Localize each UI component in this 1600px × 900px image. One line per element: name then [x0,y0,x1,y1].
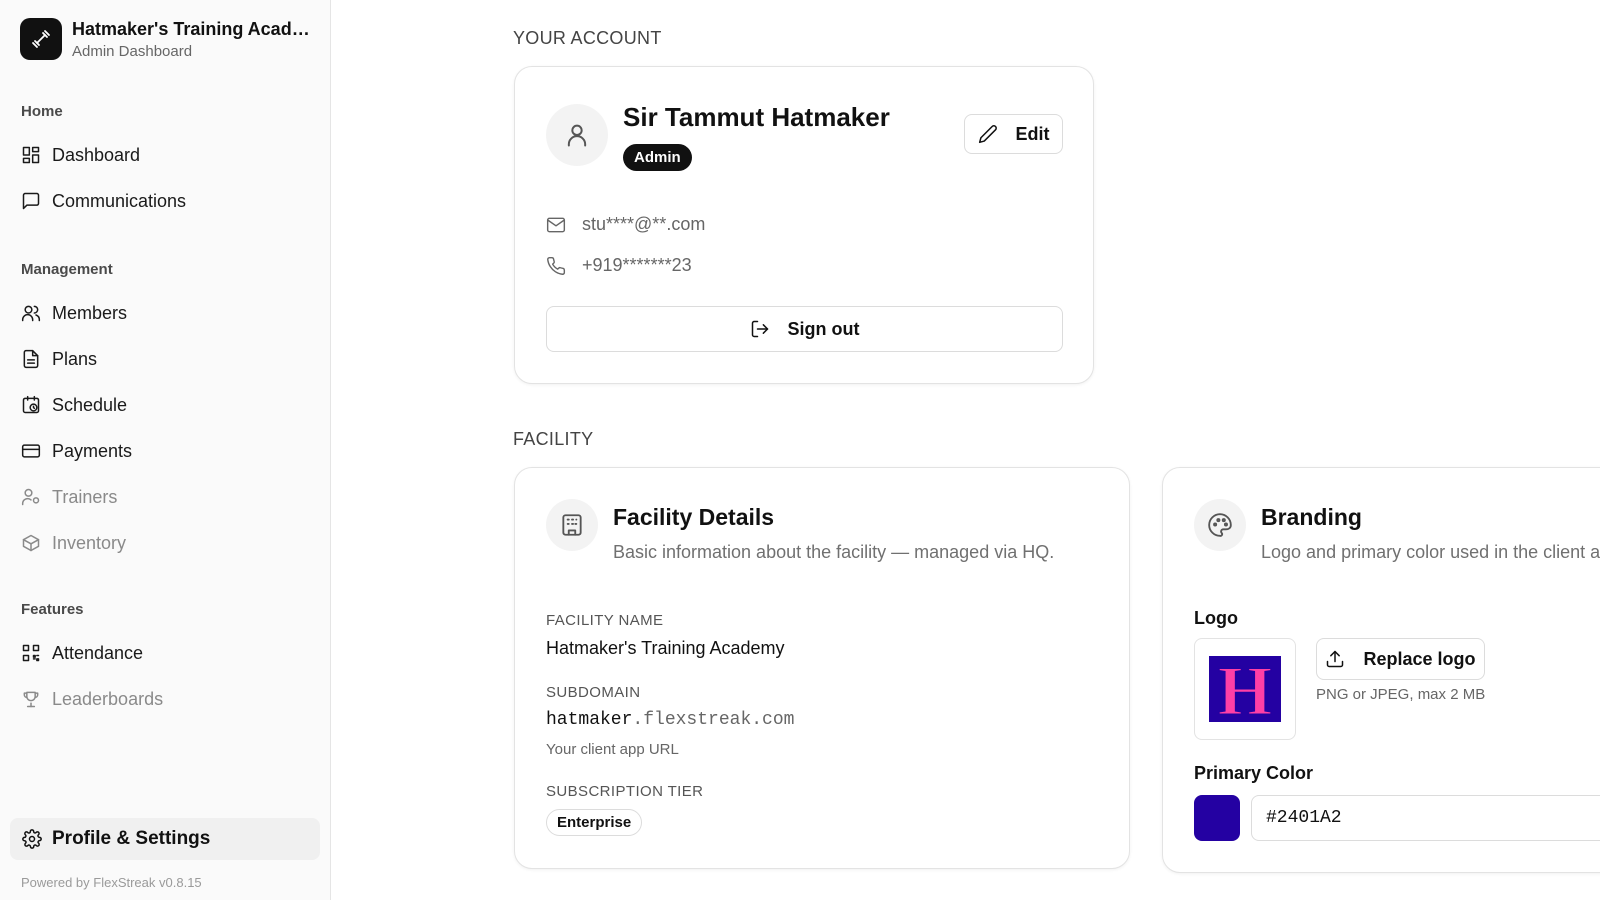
replace-logo-label: Replace logo [1363,648,1476,669]
sidebar-item-label: Profile & Settings [52,828,211,849]
subdomain-prefix: hatmaker [546,710,633,730]
sidebar-item-communications[interactable]: Communications [20,184,320,218]
logo-h-mark: H [1209,656,1281,722]
account-email: stu****@**.com [582,214,706,234]
logo-label: Logo [1194,608,1238,628]
subdomain-label: SUBDOMAIN [546,684,641,701]
sidebar-item-label: Dashboard [52,144,141,165]
user-avatar [546,104,608,166]
subscription-tier-badge: Enterprise [546,809,643,836]
package-icon [20,532,42,554]
sidebar-item-members[interactable]: Members [20,296,320,330]
subdomain-hint: Your client app URL [546,741,679,758]
sidebar-item-inventory[interactable]: Inventory [20,526,320,560]
sidebar-item-dashboard[interactable]: Dashboard [20,138,320,172]
account-name: Sir Tammut Hatmaker [623,102,890,132]
sidebar-item-label: Leaderboards [52,688,164,709]
section-label-facility: FACILITY [513,429,594,449]
facility-details-card: Facility Details Basic information about… [514,467,1130,869]
edit-button[interactable]: Edit [964,114,1063,154]
credit-card-icon [20,440,42,462]
subdomain-suffix: .flexstreak.com [632,710,795,730]
palette-icon-wrap [1194,499,1246,551]
dashboard-icon [20,144,42,166]
sidebar-item-label: Plans [52,348,98,369]
logo-preview[interactable]: H [1194,638,1296,740]
sidebar-item-label: Inventory [52,532,127,553]
sidebar-item-profile-settings[interactable]: Profile & Settings [10,818,320,860]
logo-image: H [1209,656,1281,722]
sidebar-item-label: Trainers [52,486,118,507]
primary-color-input[interactable]: #2401A2 [1251,795,1600,841]
primary-color-swatch[interactable] [1194,795,1240,841]
sidebar: Hatmaker's Training Academy Admin Dashbo… [0,0,331,900]
sidebar-item-label: Communications [52,190,187,211]
brand-title: Hatmaker's Training Academy [72,18,312,39]
section-label-home: Home [21,103,63,120]
section-label-features: Features [21,601,84,618]
facility-name-label: FACILITY NAME [546,612,664,629]
brand-subtitle: Admin Dashboard [72,42,193,60]
sign-out-button[interactable]: Sign out [546,306,1063,352]
account-card: Sir Tammut Hatmaker Admin Edit stu****@*… [514,66,1094,384]
branding-title: Branding [1261,504,1362,530]
sidebar-item-label: Schedule [52,394,128,415]
pencil-icon [978,125,997,144]
section-label-management: Management [21,261,113,278]
facility-details-title: Facility Details [613,504,775,530]
sign-out-label: Sign out [787,318,860,339]
sidebar-item-leaderboards[interactable]: Leaderboards [20,682,320,716]
brand[interactable]: Hatmaker's Training Academy Admin Dashbo… [20,18,312,60]
file-text-icon [20,348,42,370]
branding-card: Branding Logo and primary color used in … [1162,467,1600,873]
mail-icon [546,217,566,232]
sidebar-item-plans[interactable]: Plans [20,342,320,376]
powered-by: Powered by FlexStreak v0.8.15 [21,875,202,890]
user-cog-icon [20,486,42,508]
subdomain-value: hatmaker.flexstreak.com [546,710,794,730]
message-square-icon [20,190,42,212]
account-phone: +919*******23 [582,255,692,275]
building-icon-wrap [546,499,598,551]
branding-description: Logo and primary color used in the clien… [1261,542,1600,562]
trophy-icon [20,688,42,710]
sidebar-item-schedule[interactable]: Schedule [20,388,320,422]
sidebar-item-attendance[interactable]: Attendance [20,636,320,670]
building-icon [562,514,582,536]
upload-icon [1327,650,1344,668]
calendar-clock-icon [20,394,42,416]
gear-icon [22,829,42,849]
sidebar-item-label: Attendance [52,642,144,663]
phone-row: +919*******23 [546,255,692,276]
dumbbell-icon [20,18,62,60]
subscription-tier-label: SUBSCRIPTION TIER [546,783,704,800]
facility-details-description: Basic information about the facility — m… [613,542,1055,562]
log-out-icon [751,320,768,338]
sidebar-item-payments[interactable]: Payments [20,434,320,468]
replace-logo-button[interactable]: Replace logo [1316,638,1485,680]
section-label-account: YOUR ACCOUNT [513,28,662,48]
role-badge: Admin [623,144,692,171]
primary-color-label: Primary Color [1194,763,1314,783]
palette-icon [1208,513,1232,537]
phone-icon [547,256,566,275]
logo-letter: H [1218,656,1272,722]
sidebar-item-trainers[interactable]: Trainers [20,480,320,514]
logo-hint: PNG or JPEG, max 2 MB [1316,686,1486,703]
user-icon [567,124,587,147]
email-row: stu****@**.com [546,214,705,235]
sidebar-item-label: Payments [52,440,133,461]
qr-code-icon [20,642,42,664]
facility-name-value: Hatmaker's Training Academy [546,638,785,658]
sidebar-item-label: Members [52,302,128,323]
users-icon [20,302,42,324]
edit-label: Edit [1015,123,1050,144]
